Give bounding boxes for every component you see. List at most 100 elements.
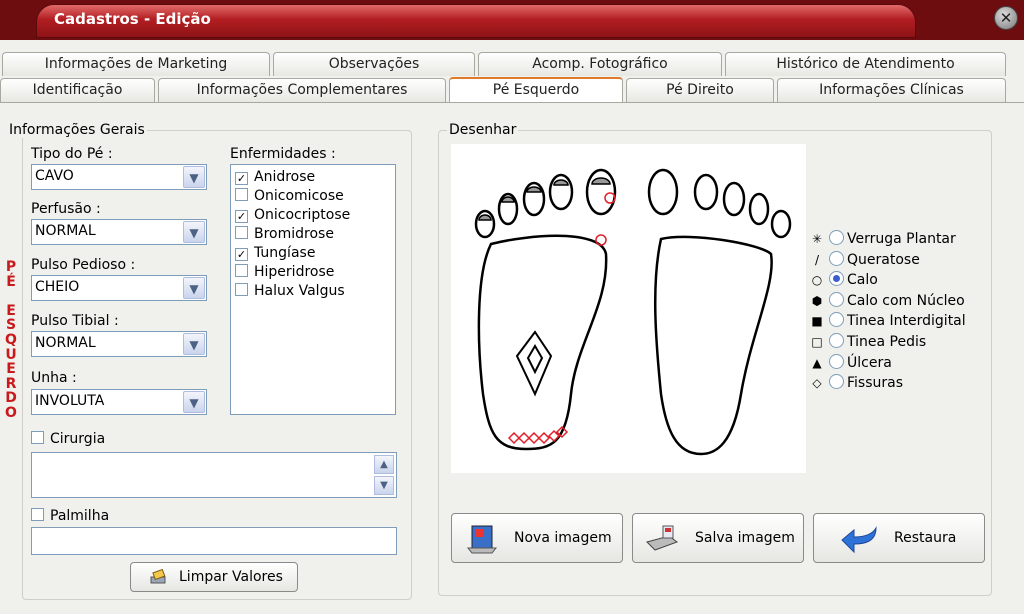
enfermidade-label: Anidrose <box>254 169 316 185</box>
legend-option[interactable]: ▲ Úlcera <box>809 353 892 374</box>
perfusao-label: Perfusão : <box>31 201 101 217</box>
checkmark-icon[interactable]: ✓ <box>235 210 248 223</box>
scroll-down-icon[interactable]: ▼ <box>374 476 394 495</box>
undo-arrow-icon <box>840 524 880 554</box>
side-letter: D <box>5 390 17 407</box>
radio-button[interactable] <box>829 312 844 328</box>
checkbox-box[interactable] <box>235 188 248 201</box>
enfermidade-item[interactable]: Bromidrose <box>235 226 334 242</box>
legend-option[interactable]: ■ Tinea Interdigital <box>809 312 966 332</box>
tab-historico-atendimento[interactable]: Histórico de Atendimento <box>725 52 1006 76</box>
tab-row-1: Informações de Marketing Observações Aco… <box>0 52 1024 76</box>
salva-imagem-button[interactable]: Salva imagem <box>632 513 804 563</box>
side-label-pe-esquerdo: P É E S Q U E R D O <box>3 260 19 421</box>
legend-option[interactable]: ✳ Verruga Plantar <box>809 230 956 250</box>
nova-imagem-button[interactable]: Nova imagem <box>451 513 623 563</box>
legend-option[interactable]: / Queratose <box>809 250 920 271</box>
enfermidade-label: Tungíase <box>254 245 316 261</box>
perfusao-select[interactable]: NORMAL ▼ <box>31 219 207 245</box>
legend-option[interactable]: ◇ Fissuras <box>809 374 903 394</box>
lesion-symbol-icon: ◇ <box>812 376 822 391</box>
tipo-pe-value: CAVO <box>35 168 74 184</box>
pulso-tibial-value: NORMAL <box>35 335 96 351</box>
lesion-symbol-icon: ■ <box>811 314 823 329</box>
lesion-symbol-icon: / <box>814 252 820 267</box>
chevron-down-icon[interactable]: ▼ <box>183 277 205 299</box>
legend-option[interactable]: □ Tinea Pedis <box>809 333 926 353</box>
pulso-tibial-select[interactable]: NORMAL ▼ <box>31 331 207 357</box>
tab-informacoes-complementares[interactable]: Informações Complementares <box>158 78 446 102</box>
lesion-symbol-icon: ✳ <box>811 232 823 246</box>
enfermidades-list[interactable]: ✓ Anidrose Onicomicose ✓ Onicocriptose Bromid… <box>230 164 396 415</box>
enfermidade-item[interactable]: Onicomicose <box>235 188 344 204</box>
unha-label: Unha : <box>31 370 77 386</box>
pulso-pedioso-value: CHEIO <box>35 279 80 295</box>
enfermidade-item[interactable]: ✓ Anidrose <box>235 169 315 185</box>
perfusao-value: NORMAL <box>35 223 96 239</box>
tab-row-2: Identificação Informações Complementares… <box>0 77 1024 103</box>
tipo-pe-select[interactable]: CAVO ▼ <box>31 164 207 190</box>
window-title: Cadastros - Edição <box>54 10 211 28</box>
cirurgia-checkbox[interactable]: Cirurgia <box>31 431 105 447</box>
radio-button[interactable] <box>829 250 844 266</box>
limpar-valores-label: Limpar Valores <box>179 569 283 585</box>
enfermidade-item[interactable]: ✓ Onicocriptose <box>235 207 350 223</box>
legend-option[interactable]: ○ Calo <box>809 271 878 291</box>
tab-acomp-fotografico[interactable]: Acomp. Fotográfico <box>478 52 722 76</box>
palmilha-checkbox[interactable]: Palmilha <box>31 508 109 524</box>
radio-button[interactable] <box>829 291 844 307</box>
tab-observacoes[interactable]: Observações <box>273 52 475 76</box>
side-letter-gap <box>3 289 19 304</box>
checkbox-box[interactable] <box>31 508 44 521</box>
enfermidade-item[interactable]: ✓ Tungíase <box>235 245 315 261</box>
checkbox-box[interactable] <box>235 226 248 239</box>
lesion-symbol-icon: ▲ <box>812 355 822 370</box>
limpar-valores-button[interactable]: Limpar Valores <box>130 562 298 592</box>
checkbox-box[interactable] <box>31 431 44 444</box>
chevron-down-icon[interactable]: ▼ <box>183 391 205 413</box>
toe <box>722 181 746 217</box>
tab-informacoes-clinicas[interactable]: Informações Clínicas <box>777 78 1006 102</box>
restaura-button[interactable]: Restaura <box>813 513 985 563</box>
legend-label: Tinea Pedis <box>847 334 927 350</box>
chevron-down-icon[interactable]: ▼ <box>183 166 205 188</box>
foot-drawing-canvas[interactable] <box>451 144 806 473</box>
pulso-pedioso-select[interactable]: CHEIO ▼ <box>31 275 207 301</box>
chevron-down-icon[interactable]: ▼ <box>183 333 205 355</box>
pulso-pedioso-label: Pulso Pedioso : <box>31 257 136 273</box>
scroll-up-icon[interactable]: ▲ <box>374 455 394 474</box>
toe <box>770 209 792 239</box>
cadastros-window: Cadastros - Edição ✕ Informações de Mark… <box>0 0 1024 614</box>
legend-label: Calo <box>847 272 878 289</box>
chevron-down-icon[interactable]: ▼ <box>183 221 205 243</box>
radio-button[interactable] <box>829 353 844 369</box>
close-button[interactable]: ✕ <box>994 6 1018 30</box>
radio-button[interactable] <box>829 333 844 348</box>
cirurgia-memo[interactable]: ▲ ▼ <box>31 452 397 498</box>
unha-select[interactable]: INVOLUTA ▼ <box>31 389 207 415</box>
enfermidade-label: Onicomicose <box>254 188 344 204</box>
palmilha-label: Palmilha <box>50 508 110 524</box>
legend-label: Úlcera <box>847 354 892 371</box>
tab-pe-esquerdo[interactable]: Pé Esquerdo <box>449 77 623 103</box>
radio-button[interactable] <box>829 271 844 287</box>
toe <box>585 168 617 216</box>
desenhar-title: Desenhar <box>447 122 519 138</box>
side-letter: Q <box>5 331 17 348</box>
tab-informacoes-marketing[interactable]: Informações de Marketing <box>2 52 270 76</box>
radio-button[interactable] <box>829 374 844 390</box>
cirurgia-label: Cirurgia <box>50 431 106 447</box>
enfermidade-item[interactable]: Hiperidrose <box>235 264 334 280</box>
enfermidade-item[interactable]: Halux Valgus <box>235 283 345 299</box>
legend-option[interactable]: ⬢ Calo com Núcleo <box>809 291 965 312</box>
checkmark-icon[interactable]: ✓ <box>235 248 248 261</box>
toe <box>693 173 719 211</box>
checkbox-box[interactable] <box>235 264 248 277</box>
tab-identificacao[interactable]: Identificação <box>0 78 155 102</box>
tab-pe-direito[interactable]: Pé Direito <box>626 78 774 102</box>
radio-button[interactable] <box>829 230 844 245</box>
checkbox-box[interactable] <box>235 283 248 296</box>
checkmark-icon[interactable]: ✓ <box>235 172 248 185</box>
enfermidade-label: Hiperidrose <box>254 264 335 280</box>
palmilha-input[interactable] <box>31 527 397 555</box>
